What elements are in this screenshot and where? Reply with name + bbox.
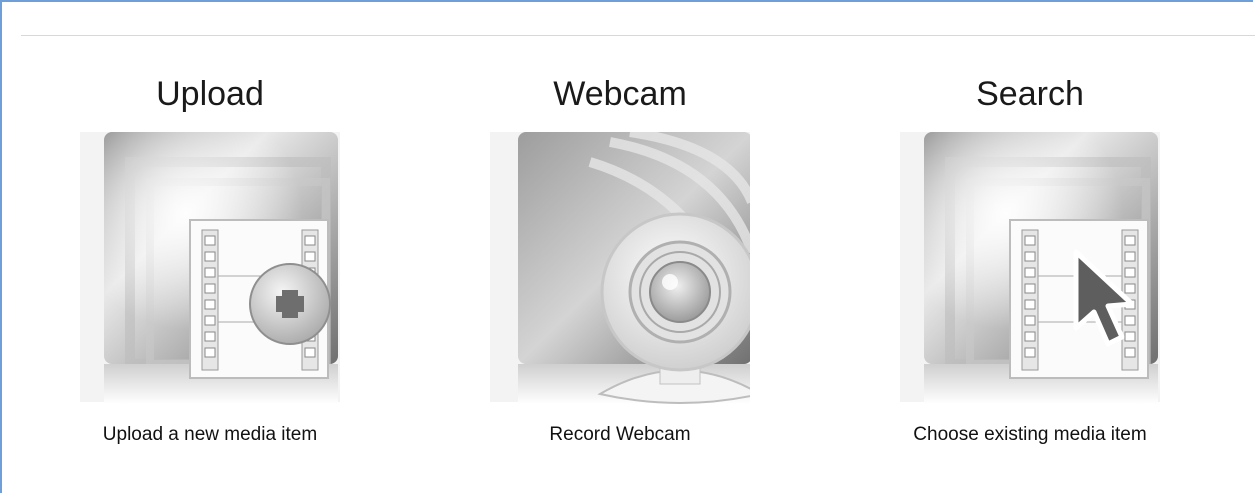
upload-title: Upload	[156, 75, 264, 113]
upload-option[interactable]: Upload Upload a new media item	[40, 72, 380, 448]
webcam-option[interactable]: Webcam Record Webcam	[450, 72, 790, 448]
search-option[interactable]: Search Choose existing media item	[860, 72, 1200, 448]
webcam-icon[interactable]	[490, 132, 750, 432]
search-title: Search	[976, 75, 1084, 113]
search-media-icon[interactable]	[900, 132, 1160, 432]
header-divider	[21, 35, 1255, 36]
webcam-title: Webcam	[553, 75, 687, 113]
upload-media-icon[interactable]	[80, 132, 340, 432]
